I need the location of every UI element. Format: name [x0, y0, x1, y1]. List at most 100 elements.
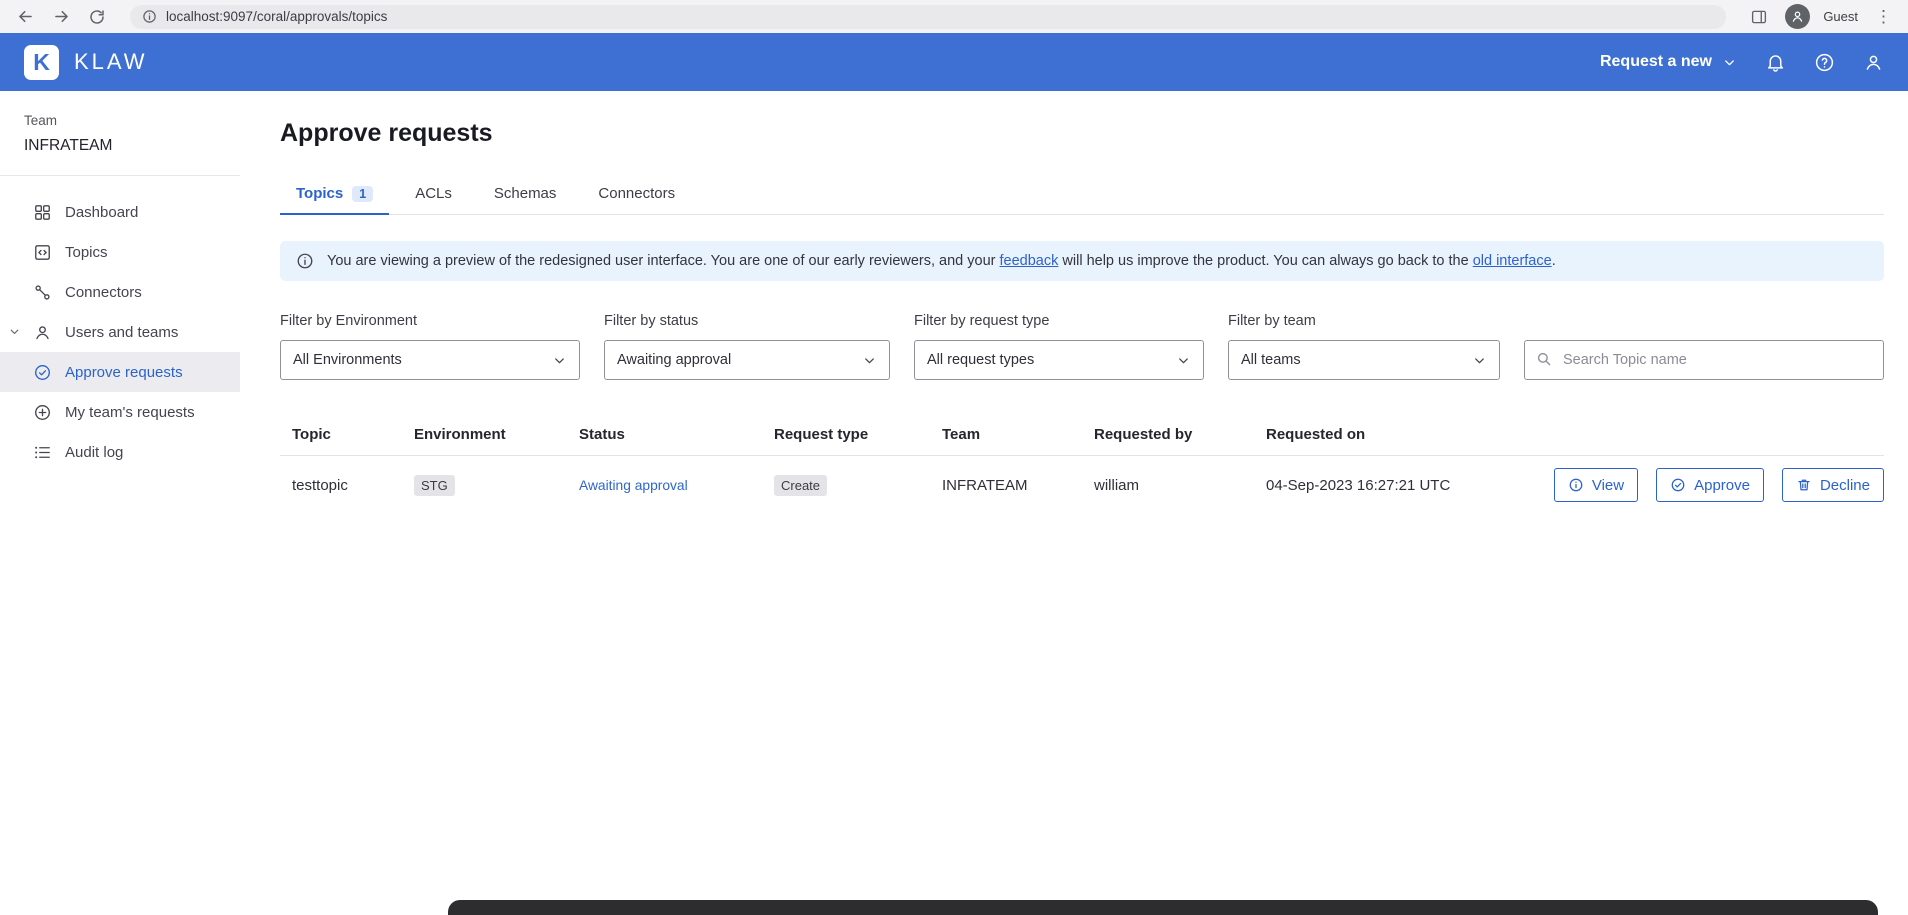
tab-topics[interactable]: Topics 1: [280, 176, 389, 215]
filter-team: Filter by team All teams: [1228, 313, 1500, 380]
brand-name: KLAW: [74, 49, 148, 75]
request-a-new-label: Request a new: [1600, 53, 1712, 71]
filter-status-label: Filter by status: [604, 313, 890, 329]
chrome-toolbar-right: Guest ⋮: [1746, 4, 1896, 30]
sidebar-item-label: Dashboard: [65, 204, 138, 221]
sidebar: Team INFRATEAM Dashboard Topics Connec: [0, 91, 240, 915]
tab-acls[interactable]: ACLs: [399, 176, 468, 215]
approve-button[interactable]: Approve: [1656, 468, 1764, 502]
view-info-icon: [1568, 477, 1584, 493]
profile-avatar[interactable]: [1785, 4, 1810, 29]
url-text: localhost:9097/coral/approvals/topics: [166, 9, 387, 24]
cell-request-type: Create: [774, 475, 942, 496]
search-column: [1524, 313, 1884, 380]
tabs: Topics 1 ACLs Schemas Connectors: [280, 176, 1884, 215]
klaw-logo-icon: K: [24, 45, 59, 80]
preview-banner: You are viewing a preview of the redesig…: [280, 241, 1884, 281]
col-environment: Environment: [414, 426, 579, 443]
chevron-down-icon: [552, 353, 567, 368]
team-select-value: All teams: [1241, 352, 1301, 368]
sidebar-item-topics[interactable]: Topics: [0, 232, 240, 272]
notifications-bell-icon[interactable]: [1765, 52, 1786, 73]
tab-schemas[interactable]: Schemas: [478, 176, 573, 215]
sidebar-item-approve-requests[interactable]: Approve requests: [0, 352, 240, 392]
col-topic: Topic: [292, 426, 414, 443]
tab-topics-count-badge: 1: [352, 186, 373, 202]
view-button-label: View: [1592, 477, 1624, 494]
environment-select[interactable]: All Environments: [280, 340, 580, 380]
team-select[interactable]: All teams: [1228, 340, 1500, 380]
browser-chrome: localhost:9097/coral/approvals/topics Gu…: [0, 0, 1908, 33]
user-profile-icon[interactable]: [1863, 52, 1884, 73]
col-requested-on: Requested on: [1266, 426, 1518, 443]
sidebar-item-label: Audit log: [65, 444, 123, 461]
info-icon: [296, 252, 314, 270]
cell-topic: testtopic: [292, 477, 414, 494]
team-block: Team INFRATEAM: [0, 113, 240, 176]
chevron-down-icon: [862, 353, 877, 368]
header-actions: Request a new: [1600, 52, 1884, 73]
sidebar-item-audit-log[interactable]: Audit log: [0, 432, 240, 472]
filter-request-type-label: Filter by request type: [914, 313, 1204, 329]
sidebar-item-connectors[interactable]: Connectors: [0, 272, 240, 312]
view-button[interactable]: View: [1554, 468, 1638, 502]
site-info-icon[interactable]: [142, 9, 157, 24]
users-icon: [33, 323, 52, 342]
search-icon: [1535, 350, 1553, 373]
sidebar-item-label: My team's requests: [65, 404, 195, 421]
table-header: Topic Environment Status Request type Te…: [280, 414, 1884, 456]
sidebar-item-dashboard[interactable]: Dashboard: [0, 192, 240, 232]
sidebar-item-label: Topics: [65, 244, 108, 261]
old-interface-link[interactable]: old interface: [1473, 253, 1552, 269]
back-icon[interactable]: [12, 4, 38, 30]
col-requested-by: Requested by: [1094, 426, 1266, 443]
team-name: INFRATEAM: [24, 137, 216, 155]
sidebar-item-my-teams-requests[interactable]: My team's requests: [0, 392, 240, 432]
decline-button[interactable]: Decline: [1782, 468, 1884, 502]
banner-text: You are viewing a preview of the redesig…: [327, 253, 1556, 269]
environment-badge: STG: [414, 475, 455, 496]
reload-icon[interactable]: [84, 4, 110, 30]
requests-table: Topic Environment Status Request type Te…: [280, 414, 1884, 514]
filter-status: Filter by status Awaiting approval: [604, 313, 890, 380]
page-title: Approve requests: [280, 119, 1884, 148]
banner-text-1: You are viewing a preview of the redesig…: [327, 253, 995, 269]
request-type-select-value: All request types: [927, 352, 1034, 368]
cell-requested-by: william: [1094, 477, 1266, 494]
dock-hint: [448, 900, 1878, 915]
tab-label: Schemas: [494, 185, 557, 202]
team-label: Team: [24, 113, 216, 128]
request-a-new-button[interactable]: Request a new: [1600, 53, 1737, 71]
approve-check-icon: [33, 363, 52, 382]
filter-environment-label: Filter by Environment: [280, 313, 580, 329]
sidebar-nav: Dashboard Topics Connectors: [0, 176, 240, 472]
topics-icon: [33, 243, 52, 262]
approve-check-icon: [1670, 477, 1686, 493]
request-type-select[interactable]: All request types: [914, 340, 1204, 380]
browser-menu-icon[interactable]: ⋮: [1871, 7, 1896, 27]
expand-caret-icon[interactable]: [8, 325, 21, 338]
sidebar-item-label: Approve requests: [65, 364, 183, 381]
col-status: Status: [579, 426, 774, 443]
filter-request-type: Filter by request type All request types: [914, 313, 1204, 380]
requests-icon: [33, 403, 52, 422]
filter-team-label: Filter by team: [1228, 313, 1500, 329]
chevron-down-icon: [1722, 55, 1737, 70]
table-row: testtopic STG Awaiting approval Create I…: [280, 456, 1884, 514]
sidebar-item-users-and-teams[interactable]: Users and teams: [0, 312, 240, 352]
cell-team: INFRATEAM: [942, 477, 1094, 494]
status-select[interactable]: Awaiting approval: [604, 340, 890, 380]
forward-icon[interactable]: [48, 4, 74, 30]
help-icon[interactable]: [1814, 52, 1835, 73]
feedback-link[interactable]: feedback: [1000, 253, 1059, 269]
tab-label: ACLs: [415, 185, 452, 202]
url-bar[interactable]: localhost:9097/coral/approvals/topics: [130, 5, 1726, 29]
connectors-icon: [33, 283, 52, 302]
col-request-type: Request type: [774, 426, 942, 443]
side-panel-icon[interactable]: [1746, 4, 1772, 30]
brand[interactable]: K KLAW: [24, 45, 148, 80]
search-input[interactable]: [1524, 340, 1884, 380]
col-team: Team: [942, 426, 1094, 443]
decline-trash-icon: [1796, 477, 1812, 493]
tab-connectors[interactable]: Connectors: [582, 176, 691, 215]
